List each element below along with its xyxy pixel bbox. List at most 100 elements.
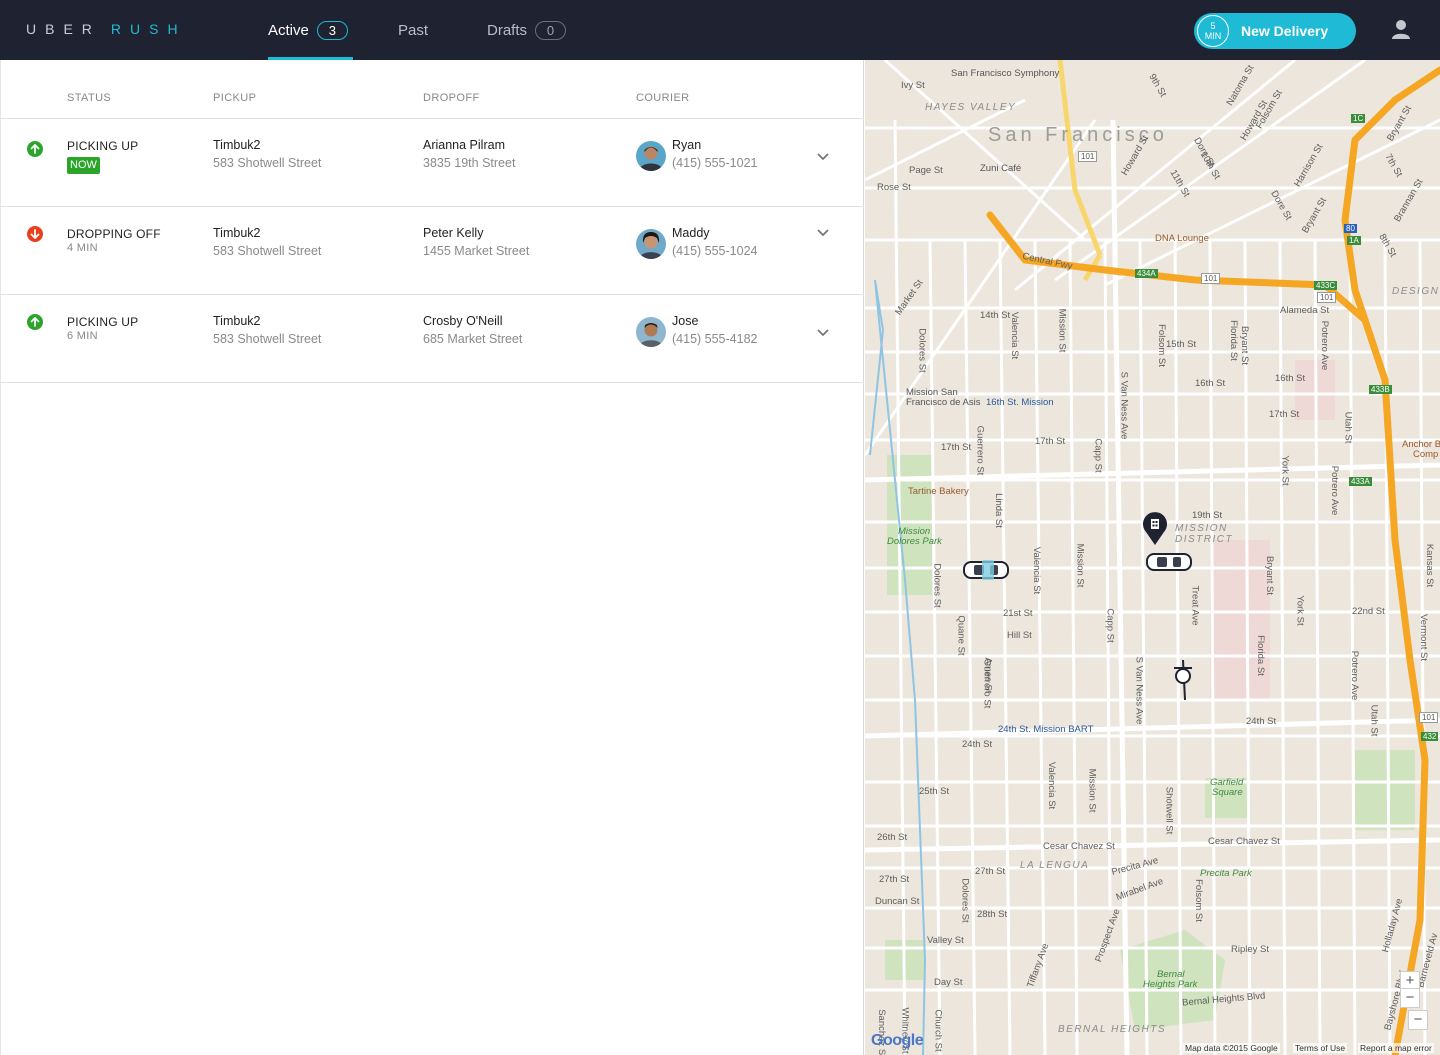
new-delivery-button[interactable]: 5 MIN New Delivery — [1194, 13, 1356, 49]
map-label-25th: 25th St — [919, 786, 950, 797]
column-dropoff: DROPOFF — [423, 92, 480, 104]
google-logo: Google — [871, 1032, 924, 1049]
map-label-valencia-south: Valencia St — [1046, 761, 1058, 810]
map-label-14th: 14th St — [980, 310, 1011, 321]
courier-phone: (415) 555-1024 — [672, 244, 758, 258]
delivery-row[interactable]: DROPPING OFF 4 MIN Timbuk2 583 Shotwell … — [1, 207, 864, 295]
shield-101-c: 101 — [1317, 292, 1337, 303]
car-icon[interactable] — [1145, 550, 1193, 574]
tab-past-label: Past — [398, 21, 429, 39]
map-label-valencia-mid: Valencia St — [1031, 546, 1043, 595]
tab-active-count: 3 — [316, 20, 348, 40]
uber-rush-logo[interactable]: UBER RUSH — [26, 21, 187, 37]
tab-active[interactable]: Active 3 — [268, 0, 353, 60]
map-label-potrero-mid: Potrero Ave — [1329, 465, 1341, 516]
map-label-folsom: Folsom St — [1155, 324, 1167, 367]
map-label-quane: Quane St — [955, 615, 967, 656]
map-label-s-van-ness-south: S Van Ness Ave — [1133, 656, 1145, 725]
map-data-attribution: Map data ©2015 Google — [1183, 1043, 1280, 1053]
map-label-potrero-south: Potrero Ave — [1349, 650, 1361, 701]
map-label-mission-district: MISSION — [1175, 523, 1228, 534]
map-label-bryant: Bryant St — [1239, 325, 1251, 366]
map-label-florida: Florida St — [1227, 320, 1239, 361]
map-label-rose: Rose St — [877, 182, 911, 193]
shield-433a: 433A — [1349, 477, 1372, 486]
map-label-ames: Ames St — [982, 657, 994, 694]
map-label-17th: 17th St — [1035, 436, 1066, 447]
user-icon[interactable] — [1390, 18, 1412, 40]
dropoff-name: Peter Kelly — [423, 226, 484, 240]
chevron-down-icon[interactable] — [815, 327, 831, 339]
shield-433b: 433B — [1369, 385, 1392, 394]
status-badge-now: NOW — [67, 157, 100, 174]
map-label-vermont: Vermont St — [1418, 614, 1429, 661]
pickup-name: Timbuk2 — [213, 138, 261, 152]
map-label-ripley: Ripley St — [1231, 944, 1270, 955]
pickup-address: 583 Shotwell Street — [213, 332, 322, 346]
map-label-symphony: San Francisco Symphony — [951, 68, 1060, 79]
map-label-garfield-2: Square — [1212, 787, 1243, 798]
tab-past[interactable]: Past — [398, 0, 428, 60]
arrow-up-circle-icon — [27, 141, 43, 157]
shield-101-b: 101 — [1201, 273, 1221, 284]
map-label-folsom-south: Folsom St — [1192, 879, 1204, 922]
map-label-dolores-st-south: Dolores St — [931, 563, 943, 608]
map-label-tartine: Tartine Bakery — [908, 486, 969, 497]
chevron-down-icon[interactable] — [815, 151, 831, 163]
zoom-out-button-secondary[interactable]: − — [1408, 1010, 1428, 1030]
map-label-day: Day St — [934, 977, 963, 988]
delivery-list-panel: STATUS PICKUP DROPOFF COURIER PICKING UP… — [0, 60, 864, 1055]
status-label: PICKING UP — [67, 139, 139, 153]
eta-unit: MIN — [1204, 31, 1222, 41]
shield-432: 432 — [1421, 732, 1439, 741]
car-icon[interactable] — [962, 558, 1010, 582]
shield-101: 101 — [1078, 151, 1098, 162]
map-label-bryant-south: Bryant St — [1264, 555, 1276, 596]
column-status: STATUS — [67, 92, 112, 104]
delivery-row[interactable]: PICKING UP 6 MIN Timbuk2 583 Shotwell St… — [1, 295, 864, 383]
logo-rush: RUSH — [110, 21, 187, 37]
map-label-dna: DNA Lounge — [1155, 233, 1209, 244]
map-label-24th: 24th St — [962, 739, 993, 750]
map-label-church: Church St — [932, 1009, 944, 1052]
map-label-17th-west: 17th St — [941, 442, 972, 453]
shield-101-d: 101 — [1419, 712, 1439, 723]
delivery-row[interactable]: PICKING UP NOW Timbuk2 583 Shotwell Stre… — [1, 119, 864, 207]
building-pin-icon[interactable] — [1142, 512, 1168, 546]
list-header: STATUS PICKUP DROPOFF COURIER — [1, 60, 864, 119]
map-label-bernal-heights: BERNAL HEIGHTS — [1058, 1024, 1167, 1035]
delivery-map[interactable]: San Francisco San Francisco Symphony Ivy… — [865, 60, 1440, 1055]
map-label-21st: 21st St — [1003, 608, 1033, 619]
map-label-16th: 16th St — [1195, 378, 1226, 389]
report-map-error-link[interactable]: Report a map error — [1358, 1043, 1434, 1053]
column-courier: COURIER — [636, 92, 690, 104]
tab-drafts[interactable]: Drafts 0 — [487, 0, 567, 60]
map-label-28th: 28th St — [977, 909, 1008, 920]
bike-icon[interactable] — [1170, 658, 1196, 702]
map-label-florida-south: Florida St — [1254, 635, 1266, 676]
map-label-24th-east: 24th St — [1246, 716, 1277, 727]
dropoff-address: 1455 Market Street — [423, 244, 530, 258]
map-label-hayes: HAYES VALLEY — [925, 102, 1017, 113]
courier-phone: (415) 555-1021 — [672, 156, 758, 170]
map-label-shotwell: Shotwell St — [1163, 786, 1175, 835]
tab-drafts-count: 0 — [535, 20, 567, 40]
map-label-york-south: York St — [1294, 595, 1306, 626]
eta-badge: 5 MIN — [1197, 15, 1229, 47]
pickup-name: Timbuk2 — [213, 226, 261, 240]
pickup-address: 583 Shotwell Street — [213, 156, 322, 170]
chevron-down-icon[interactable] — [815, 227, 831, 239]
terms-of-use-link[interactable]: Terms of Use — [1293, 1043, 1348, 1053]
map-label-27th-west: 27th St — [879, 874, 910, 885]
zoom-out-button[interactable]: − — [1400, 988, 1420, 1008]
map-label-page: Page St — [909, 165, 943, 176]
shield-1a: 1A — [1347, 236, 1361, 245]
map-label-ivy: Ivy St — [901, 80, 925, 91]
shield-434a: 434A — [1135, 269, 1158, 278]
courier-name: Maddy — [672, 226, 710, 240]
status-label: DROPPING OFF — [67, 227, 161, 241]
map-label-mission-st-south: Mission St — [1086, 768, 1098, 813]
map-label-potrero: Potrero Ave — [1319, 320, 1331, 371]
arrow-up-circle-icon — [27, 314, 43, 330]
courier-phone: (415) 555-4182 — [672, 332, 758, 346]
